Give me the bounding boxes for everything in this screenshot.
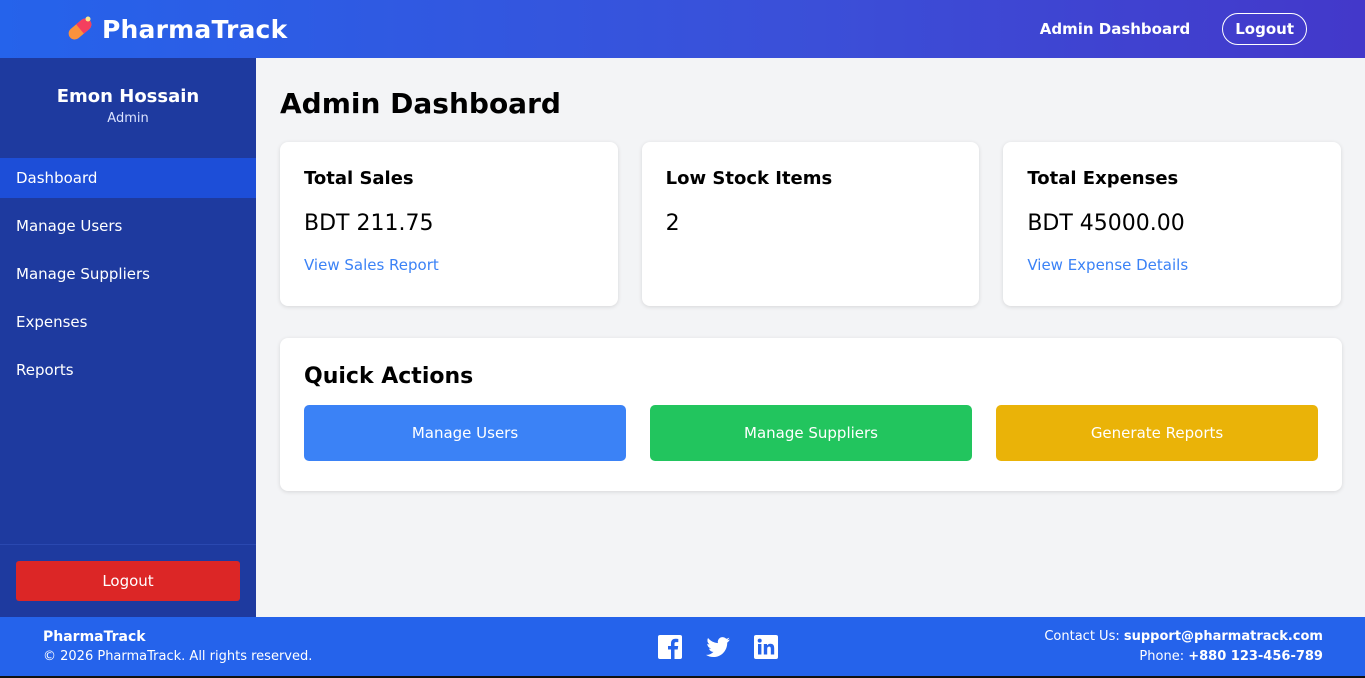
manage-suppliers-button[interactable]: Manage Suppliers — [650, 405, 972, 461]
user-role: Admin — [107, 111, 149, 126]
sidebar-logout-button[interactable]: Logout — [16, 561, 240, 601]
twitter-icon[interactable] — [705, 634, 731, 660]
sidebar-footer: Logout — [0, 544, 256, 617]
page-footer: PharmaTrack © 2026 PharmaTrack. All righ… — [0, 617, 1365, 678]
facebook-icon[interactable] — [657, 634, 683, 660]
low-stock-card: Low Stock Items 2 — [641, 142, 980, 306]
pill-icon — [68, 16, 92, 40]
phone-label: Phone: — [1139, 648, 1185, 664]
admin-dashboard-link[interactable]: Admin Dashboard — [1040, 20, 1191, 38]
quick-actions-buttons: Manage Users Manage Suppliers Generate R… — [304, 405, 1318, 461]
footer-brand: PharmaTrack — [43, 629, 146, 645]
top-header: PharmaTrack Admin Dashboard Logout — [0, 0, 1365, 58]
contact-email[interactable]: support@pharmatrack.com — [1124, 629, 1323, 644]
page-title: Admin Dashboard — [280, 87, 561, 120]
user-name: Emon Hossain — [56, 86, 200, 107]
user-profile: Emon Hossain Admin — [0, 58, 256, 158]
card-value: BDT 45000.00 — [1027, 211, 1185, 236]
sidebar-item-manage-suppliers[interactable]: Manage Suppliers — [0, 254, 256, 294]
sidebar-item-expenses[interactable]: Expenses — [0, 302, 256, 342]
sidebar-item-dashboard[interactable]: Dashboard — [0, 158, 256, 198]
sidebar: Emon Hossain Admin Dashboard Manage User… — [0, 58, 256, 617]
card-title: Total Expenses — [1027, 168, 1179, 189]
total-sales-card: Total Sales BDT 211.75 View Sales Report — [280, 142, 618, 306]
view-sales-report-link[interactable]: View Sales Report — [304, 256, 439, 274]
quick-actions-title: Quick Actions — [304, 364, 474, 389]
quick-actions-panel: Quick Actions Manage Users Manage Suppli… — [280, 338, 1342, 491]
view-expense-details-link[interactable]: View Expense Details — [1027, 256, 1188, 274]
card-value: 2 — [665, 211, 680, 236]
footer-contact: Contact Us: support@pharmatrack.com Phon… — [1044, 627, 1323, 667]
total-expenses-card: Total Expenses BDT 45000.00 View Expense… — [1003, 142, 1342, 306]
card-title: Low Stock Items — [665, 168, 833, 189]
header-nav: Admin Dashboard Logout — [1040, 13, 1307, 45]
sidebar-nav: Dashboard Manage Users Manage Suppliers … — [0, 158, 256, 398]
linkedin-icon[interactable] — [753, 634, 779, 660]
footer-contact-line: Contact Us: support@pharmatrack.com — [1044, 627, 1323, 647]
footer-brand-block: PharmaTrack © 2026 PharmaTrack. All righ… — [43, 629, 312, 664]
card-value: BDT 211.75 — [304, 211, 434, 236]
social-links — [657, 634, 779, 660]
sidebar-item-reports[interactable]: Reports — [0, 350, 256, 390]
brand-name: PharmaTrack — [102, 14, 288, 44]
main-content: Admin Dashboard Total Sales BDT 211.75 V… — [256, 58, 1365, 617]
manage-users-button[interactable]: Manage Users — [304, 405, 626, 461]
footer-phone-line: Phone: +880 123-456-789 — [1044, 647, 1323, 667]
brand[interactable]: PharmaTrack — [64, 13, 287, 45]
sidebar-item-manage-users[interactable]: Manage Users — [0, 206, 256, 246]
contact-label: Contact Us: — [1044, 628, 1120, 644]
header-logout-button[interactable]: Logout — [1222, 13, 1307, 45]
stat-cards: Total Sales BDT 211.75 View Sales Report… — [280, 142, 1342, 306]
phone-number: +880 123-456-789 — [1188, 648, 1323, 664]
footer-copyright: © 2026 PharmaTrack. All rights reserved. — [43, 649, 313, 664]
generate-reports-button[interactable]: Generate Reports — [996, 405, 1318, 461]
card-title: Total Sales — [304, 168, 414, 189]
